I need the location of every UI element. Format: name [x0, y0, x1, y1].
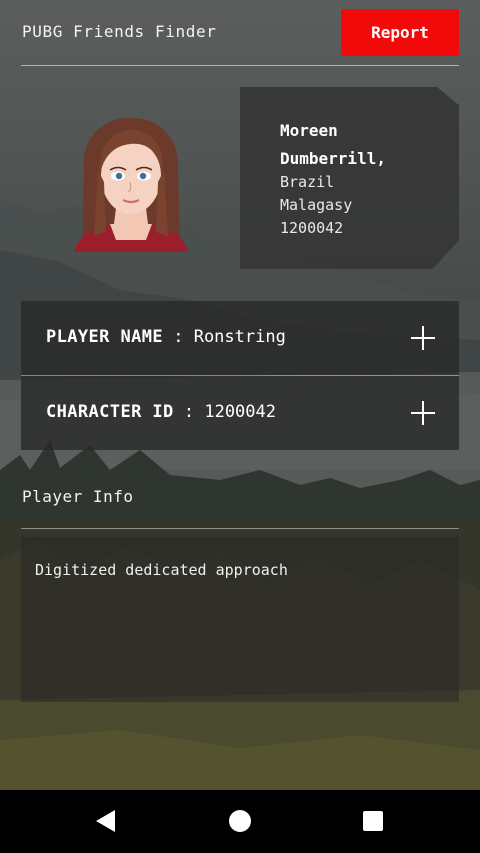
player-name-value: Ronstring [193, 327, 286, 347]
header-divider [21, 65, 459, 66]
expand-plus-icon[interactable] [411, 401, 435, 425]
character-id-row[interactable]: CHARACTER ID : 1200042 [21, 376, 459, 450]
recent-apps-icon[interactable] [363, 811, 383, 831]
profile-id: 1200042 [280, 219, 344, 237]
player-info-text: Digitized dedicated approach [35, 561, 288, 579]
app-title: PUBG Friends Finder [22, 22, 217, 41]
app-header: PUBG Friends Finder Report [0, 0, 480, 66]
player-name-row[interactable]: PLAYER NAME : Ronstring [21, 301, 459, 375]
character-id-label: CHARACTER ID : 1200042 [46, 402, 276, 422]
expand-plus-icon[interactable] [411, 326, 435, 350]
profile-card: Moreen Dumberrill, Brazil Malagasy 12000… [240, 87, 459, 269]
report-button[interactable]: Report [341, 9, 459, 56]
player-name-label: PLAYER NAME : Ronstring [46, 327, 286, 347]
home-icon[interactable] [229, 810, 251, 832]
player-avatar [70, 112, 192, 252]
player-info-box: Digitized dedicated approach [21, 537, 459, 702]
back-icon[interactable] [96, 810, 115, 832]
character-id-value: 1200042 [204, 402, 276, 422]
profile-language: Malagasy [280, 196, 353, 214]
profile-name: Moreen Dumberrill, [280, 121, 386, 168]
profile-country: Brazil [280, 173, 335, 191]
system-navigation-bar [0, 790, 480, 853]
section-divider [21, 528, 459, 529]
player-info-title: Player Info [22, 487, 134, 506]
